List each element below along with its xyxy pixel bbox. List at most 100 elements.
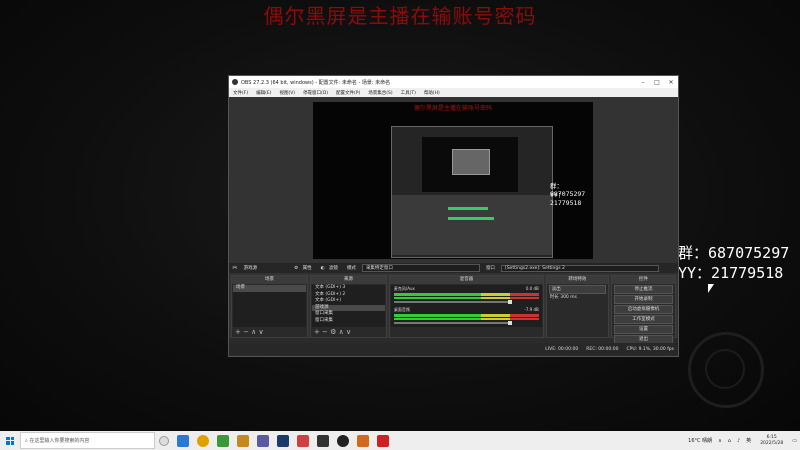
filters-label: 滤镜 bbox=[328, 266, 338, 271]
gamepad-icon: 🎮 bbox=[232, 265, 238, 271]
window-title: OBS 27.2.3 (64 bit, windows) - 配置文件: 未命名… bbox=[241, 79, 391, 86]
obs-titlebar[interactable]: OBS 27.2.3 (64 bit, windows) - 配置文件: 未命名… bbox=[229, 76, 678, 88]
chevron-up-icon[interactable]: ∧ bbox=[718, 438, 722, 444]
app-icon[interactable] bbox=[317, 434, 329, 447]
duration-label: 时长 bbox=[549, 295, 559, 300]
mixer-channel: 麦克风/Aux 0.0 dB bbox=[391, 285, 542, 306]
volume-meter bbox=[393, 314, 539, 317]
virtual-camera-button[interactable]: 启动虚拟摄像机 bbox=[613, 305, 674, 314]
watermark-seal-icon bbox=[688, 332, 764, 408]
mixer-header: 混音器 bbox=[389, 276, 543, 284]
app-icon[interactable] bbox=[177, 434, 189, 447]
scenes-dock: 场景 场景 + − ∧ ∨ bbox=[231, 275, 308, 338]
nested-meter bbox=[448, 217, 494, 220]
sources-list[interactable]: 文本 (GDI+) 3 文本 (GDI+) 2 文本 (GDI+) 游戏源 窗口… bbox=[311, 285, 385, 327]
volume-slider[interactable] bbox=[393, 321, 512, 325]
volume-slider[interactable] bbox=[393, 300, 512, 304]
stream-overlay-title: 偶尔黑屏是主播在输账号密码 bbox=[263, 4, 537, 28]
mouse-cursor-icon bbox=[708, 284, 714, 293]
preview-canvas[interactable]: 偶尔黑屏是主播在输账号密码 群：687075297 YY：21779518 bbox=[313, 102, 593, 259]
system-tray: 16°C 晴朗 ∧ ⌂ ♪ 英 6:15 2022/5/28 ▭ bbox=[685, 435, 800, 447]
controls-dock: 控件 停止推流 开始录制 启动虚拟摄像机 工作室模式 设置 退出 bbox=[610, 275, 677, 344]
captured-window bbox=[391, 126, 553, 258]
ime-indicator[interactable]: 英 bbox=[746, 437, 751, 444]
duration-input[interactable]: 300 ms bbox=[560, 295, 577, 300]
menu-profile[interactable]: 配置文件(P) bbox=[336, 90, 360, 96]
close-icon[interactable]: ✕ bbox=[664, 79, 678, 86]
taskbar-clock[interactable]: 6:15 2022/5/28 bbox=[760, 435, 783, 447]
rec-status: REC: 00:00:00 bbox=[586, 346, 619, 352]
transition-type-select[interactable]: 淡出 bbox=[548, 285, 606, 294]
minimize-icon[interactable]: – bbox=[636, 79, 650, 86]
app-icon[interactable] bbox=[297, 434, 309, 447]
stop-streaming-button[interactable]: 停止推流 bbox=[613, 285, 674, 294]
duration-row: 时长 300 ms bbox=[547, 295, 608, 302]
properties-label: 属性 bbox=[302, 266, 312, 271]
obs-taskbar-icon[interactable] bbox=[337, 434, 349, 447]
source-toolbar: 🎮 游戏源 ⚙ 属性 ◐ 滤镜 模式 采集特定窗口 窗口 [Settings2.… bbox=[229, 263, 678, 273]
studio-mode-button[interactable]: 工作室模式 bbox=[613, 315, 674, 324]
menu-view[interactable]: 视图(V) bbox=[279, 90, 295, 96]
channel-name: 桌面音频 bbox=[393, 307, 410, 312]
search-placeholder: 在这里输入你要搜索的内容 bbox=[29, 438, 90, 444]
obs-window[interactable]: OBS 27.2.3 (64 bit, windows) - 配置文件: 未命名… bbox=[228, 75, 679, 357]
menu-help[interactable]: 帮助(H) bbox=[424, 90, 440, 96]
window-select[interactable]: [Settings2.exe]: Settings 2 bbox=[500, 264, 659, 272]
channel-db: 0.0 dB bbox=[525, 286, 539, 291]
windows-start-icon[interactable] bbox=[6, 436, 14, 445]
steam-icon[interactable] bbox=[277, 434, 289, 447]
taskbar-search-input[interactable]: ⌕ 在这里输入你要搜索的内容 bbox=[20, 432, 155, 449]
menu-tools[interactable]: 工具(T) bbox=[401, 90, 416, 96]
channel-name: 麦克风/Aux bbox=[393, 286, 415, 291]
network-icon[interactable]: ⌂ bbox=[728, 438, 731, 444]
clock-date: 2022/5/28 bbox=[760, 440, 784, 446]
source-item[interactable]: 窗口采集 bbox=[312, 318, 385, 325]
obs-logo-icon bbox=[232, 79, 238, 85]
scenes-footer-buttons[interactable]: + − ∧ ∨ bbox=[232, 328, 307, 337]
sources-header: 来源 bbox=[310, 276, 386, 284]
app-icon[interactable] bbox=[257, 434, 269, 447]
sources-footer-buttons[interactable]: + − ⚙ ∧ ∨ bbox=[311, 328, 386, 337]
selected-source-name: 游戏源 bbox=[243, 266, 258, 271]
transitions-header: 转场特效 bbox=[546, 276, 608, 284]
yy-number-text: YY：21779518 bbox=[678, 264, 784, 282]
task-view-icon[interactable] bbox=[159, 435, 169, 446]
controls-header: 控件 bbox=[611, 276, 676, 284]
app-icon[interactable] bbox=[357, 434, 369, 447]
chrome-icon[interactable] bbox=[197, 434, 209, 447]
docks-area: 场景 场景 + − ∧ ∨ 来源 文本 (GDI+) 3 文本 (GDI+) 2… bbox=[229, 275, 678, 344]
mixer-dock: 混音器 麦克风/Aux 0.0 dB 桌面音频 -7.9 dB bbox=[388, 275, 544, 338]
app-icon[interactable] bbox=[377, 434, 389, 447]
folder-icon[interactable] bbox=[237, 434, 249, 447]
nested-preview-frame bbox=[452, 149, 490, 175]
mixer-body: 麦克风/Aux 0.0 dB 桌面音频 -7.9 dB bbox=[390, 285, 542, 327]
volume-icon[interactable]: ♪ bbox=[737, 438, 740, 444]
properties-button[interactable]: ⚙ 属性 bbox=[294, 265, 314, 271]
weather-text[interactable]: 16°C 晴朗 bbox=[688, 437, 712, 444]
live-status: LIVE: 00:00:00 bbox=[545, 346, 579, 352]
maximize-icon[interactable]: □ bbox=[650, 79, 664, 86]
windows-taskbar: ⌕ 在这里输入你要搜索的内容 16°C 晴朗 ∧ ⌂ ♪ 英 6:15 2022… bbox=[0, 431, 800, 450]
scenes-header: 场景 bbox=[232, 276, 307, 284]
canvas-overlay-title: 偶尔黑屏是主播在输账号密码 bbox=[413, 105, 492, 112]
menu-scene-collection[interactable]: 场景集合(S) bbox=[368, 90, 392, 96]
menu-edit[interactable]: 编辑(E) bbox=[256, 90, 271, 96]
group-number-text: 群：687075297 bbox=[678, 244, 790, 262]
menu-docks[interactable]: 停靠窗口(D) bbox=[303, 90, 328, 96]
filters-button[interactable]: ◐ 滤镜 bbox=[321, 265, 341, 271]
nested-docks bbox=[392, 195, 552, 255]
scene-item[interactable]: 场景 bbox=[233, 285, 306, 292]
mode-select[interactable]: 采集特定窗口 bbox=[361, 264, 480, 272]
start-recording-button[interactable]: 开始录制 bbox=[613, 295, 674, 304]
window-label: 窗口 bbox=[485, 266, 495, 271]
scenes-list[interactable]: 场景 bbox=[233, 285, 306, 327]
menubar: 文件(F) 编辑(E) 视图(V) 停靠窗口(D) 配置文件(P) 场景集合(S… bbox=[229, 88, 678, 97]
notification-icon[interactable]: ▭ bbox=[792, 438, 797, 444]
volume-meter bbox=[393, 293, 539, 296]
app-icon[interactable] bbox=[217, 434, 229, 447]
menu-file[interactable]: 文件(F) bbox=[233, 90, 248, 96]
transitions-dock: 转场特效 淡出 时长 300 ms bbox=[545, 275, 609, 338]
settings-button[interactable]: 设置 bbox=[613, 325, 674, 334]
channel-db: -7.9 dB bbox=[524, 307, 539, 312]
desktop: 偶尔黑屏是主播在输账号密码 群：687075297 YY：21779518 OB… bbox=[0, 0, 800, 431]
